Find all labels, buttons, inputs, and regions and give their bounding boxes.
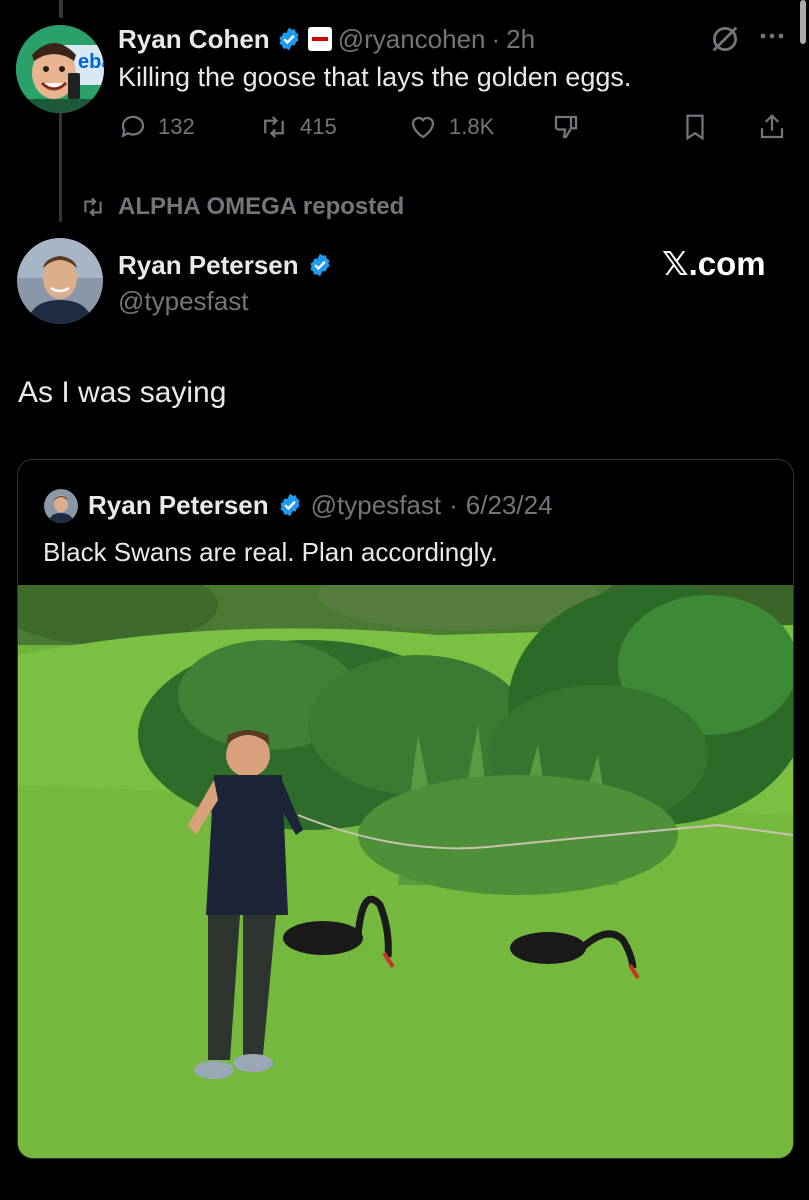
author-name[interactable]: Ryan Petersen [118, 250, 299, 281]
verified-icon [279, 27, 299, 51]
repost-banner-text: ALPHA OMEGA reposted [118, 193, 405, 220]
avatar-image [44, 489, 78, 523]
main-tweet-header: Ryan Petersen [118, 248, 333, 282]
handle[interactable]: @ryancohen [338, 24, 486, 55]
repost-icon [264, 116, 284, 138]
handle[interactable]: @typesfast [118, 286, 248, 317]
source-logo: 𝕏.com [662, 245, 766, 282]
like-count: 1.8K [449, 114, 495, 139]
author-name: Ryan Petersen [88, 489, 269, 520]
main-tweet-text: As I was saying [18, 376, 227, 409]
quoted-tweet[interactable]: Ryan Petersen @typesfast · 6/23/24 Black… [17, 459, 794, 1159]
more-icon[interactable] [758, 26, 786, 46]
share-button[interactable] [757, 112, 787, 142]
thread-line [59, 112, 62, 222]
like-icon [411, 116, 435, 139]
repost-count: 415 [300, 114, 337, 139]
date: 6/23/24 [465, 489, 553, 520]
avatar-ryan-petersen[interactable] [17, 238, 103, 324]
quoted-header: Ryan Petersen @typesfast · 6/23/24 [88, 488, 553, 522]
repost-small-icon [84, 197, 102, 217]
share-icon [760, 114, 784, 139]
quoted-photo[interactable] [18, 585, 793, 1158]
repost-banner[interactable]: ALPHA OMEGA reposted [78, 193, 404, 221]
downvote-icon [554, 115, 578, 139]
verified-icon [280, 493, 300, 517]
reply-icon [121, 115, 145, 138]
reply-count: 132 [158, 114, 195, 139]
thread-line-top [59, 0, 63, 18]
handle: @typesfast [310, 489, 442, 520]
avatar-badge-text: eba [78, 51, 104, 73]
avatar-image [17, 238, 103, 324]
timestamp[interactable]: 2h [506, 24, 535, 55]
repost-button[interactable]: 415 [258, 112, 337, 142]
downvote-button[interactable] [550, 112, 582, 142]
first-tweet-text: Killing the goose that lays the golden e… [118, 62, 632, 92]
author-name[interactable]: Ryan Cohen [118, 24, 270, 55]
like-button[interactable]: 1.8K [407, 112, 494, 142]
verified-icon [310, 253, 330, 277]
first-tweet-header: Ryan Cohen @ryancohen · 2h [118, 22, 535, 56]
quoted-text: Black Swans are real. Plan accordingly. [43, 537, 498, 567]
bookmark-button[interactable] [680, 112, 710, 142]
scrollbar[interactable] [800, 0, 806, 44]
avatar-ryan-cohen[interactable]: eba [16, 25, 104, 113]
grok-icon[interactable] [708, 22, 742, 56]
separator: · [449, 489, 458, 520]
affiliation-badge[interactable] [307, 27, 332, 51]
bookmark-icon [686, 114, 704, 141]
reply-button[interactable]: 132 [118, 112, 195, 142]
separator: · [491, 23, 501, 54]
quoted-avatar [44, 489, 78, 523]
